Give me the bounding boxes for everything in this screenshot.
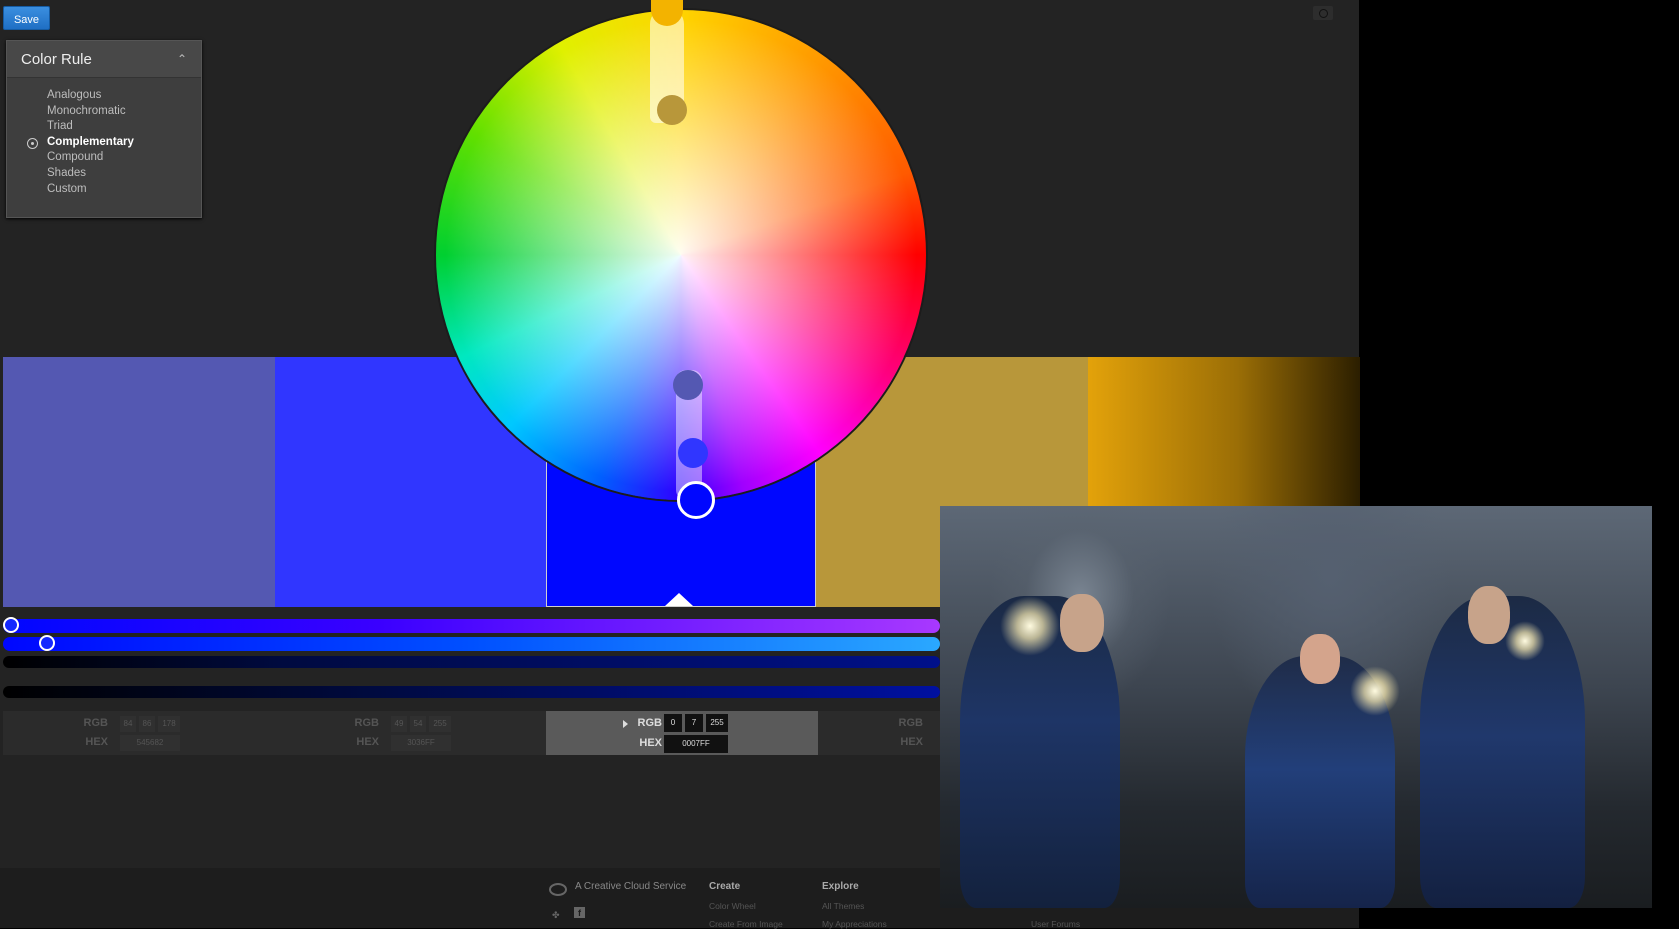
values-swatch-2: RGB 49 54 255 HEX 3036FF bbox=[275, 711, 547, 755]
twitter-icon[interactable]: ✤ bbox=[552, 910, 560, 921]
brightness-slider[interactable] bbox=[3, 656, 940, 668]
saturation-slider[interactable] bbox=[3, 637, 940, 651]
photo-face-right bbox=[1468, 586, 1510, 644]
overlay-photo bbox=[940, 506, 1652, 908]
footer-link-color-wheel[interactable]: Color Wheel bbox=[709, 901, 756, 911]
hex-label: HEX bbox=[85, 736, 108, 748]
rule-option-monochromatic[interactable]: Monochromatic bbox=[7, 104, 201, 120]
rule-option-custom[interactable]: Custom bbox=[7, 182, 201, 198]
color-swatch-1[interactable] bbox=[3, 357, 275, 607]
g-field[interactable]: 54 bbox=[410, 716, 426, 732]
wheel-handle-2[interactable] bbox=[678, 438, 708, 468]
creative-cloud-icon bbox=[549, 883, 567, 896]
wheel-handle-base[interactable] bbox=[677, 481, 715, 519]
rule-option-triad[interactable]: Triad bbox=[7, 119, 201, 135]
value-slider[interactable] bbox=[3, 686, 940, 698]
footer-create-heading: Create bbox=[709, 881, 741, 892]
photo-light-center bbox=[1350, 666, 1400, 716]
photo-light-right bbox=[1505, 621, 1545, 661]
camera-icon[interactable] bbox=[1313, 6, 1333, 20]
photo-face-left bbox=[1060, 594, 1104, 652]
footer-link-all-themes[interactable]: All Themes bbox=[822, 901, 864, 911]
photo-figure-right bbox=[1420, 596, 1585, 908]
b-field[interactable]: 178 bbox=[158, 716, 180, 732]
hex-field[interactable]: 0007FF bbox=[664, 735, 728, 753]
color-rule-title: Color Rule bbox=[21, 50, 92, 68]
hex-field[interactable]: 3036FF bbox=[391, 735, 451, 751]
hue-slider-thumb[interactable] bbox=[3, 617, 19, 633]
facebook-icon[interactable]: f bbox=[574, 907, 585, 918]
r-field[interactable]: 0 bbox=[664, 714, 682, 732]
b-field[interactable]: 255 bbox=[706, 714, 728, 732]
hex-field[interactable]: 545682 bbox=[120, 735, 180, 751]
g-field[interactable]: 7 bbox=[685, 714, 703, 732]
base-color-marker-icon bbox=[665, 593, 693, 606]
color-rule-panel: Color Rule ⌃ Analogous Monochromatic Tri… bbox=[6, 40, 202, 218]
wheel-handle-1[interactable] bbox=[673, 370, 703, 400]
rule-option-complementary-label: Complementary bbox=[47, 135, 134, 148]
rgb-label: RGB bbox=[354, 717, 379, 729]
rgb-label: RGB bbox=[83, 717, 108, 729]
rule-option-analogous[interactable]: Analogous bbox=[7, 88, 201, 104]
save-button[interactable]: Save bbox=[3, 6, 50, 30]
hex-label: HEX bbox=[356, 736, 379, 748]
color-rule-list: Analogous Monochromatic Triad Complement… bbox=[7, 78, 201, 197]
hue-slider[interactable] bbox=[3, 619, 940, 633]
r-field[interactable]: 49 bbox=[391, 716, 407, 732]
rgb-label: RGB bbox=[637, 717, 662, 729]
values-swatch-base: RGB 0 7 255 HEX 0007FF bbox=[546, 711, 818, 755]
wheel-handle-4[interactable] bbox=[657, 95, 687, 125]
saturation-slider-thumb[interactable] bbox=[39, 635, 55, 651]
photo-light-left bbox=[1000, 596, 1060, 656]
hex-label: HEX bbox=[639, 737, 662, 749]
b-field[interactable]: 255 bbox=[429, 716, 451, 732]
rule-option-compound[interactable]: Compound bbox=[7, 150, 201, 166]
footer-brand: A Creative Cloud Service bbox=[575, 881, 687, 892]
g-field[interactable]: 86 bbox=[139, 716, 155, 732]
photo-face-center bbox=[1300, 634, 1340, 684]
rule-option-shades[interactable]: Shades bbox=[7, 166, 201, 182]
radio-selected-icon bbox=[27, 137, 38, 149]
hex-label: HEX bbox=[900, 736, 923, 748]
r-field[interactable]: 84 bbox=[120, 716, 136, 732]
values-swatch-1: RGB 84 86 178 HEX 545682 bbox=[3, 711, 275, 755]
double-chevron-up-icon[interactable]: ⌃ bbox=[177, 52, 187, 66]
rgb-label: RGB bbox=[898, 717, 923, 729]
footer-explore-heading: Explore bbox=[822, 881, 859, 892]
color-rule-header[interactable]: Color Rule ⌃ bbox=[7, 41, 201, 78]
rule-option-complementary[interactable]: Complementary bbox=[7, 135, 201, 151]
